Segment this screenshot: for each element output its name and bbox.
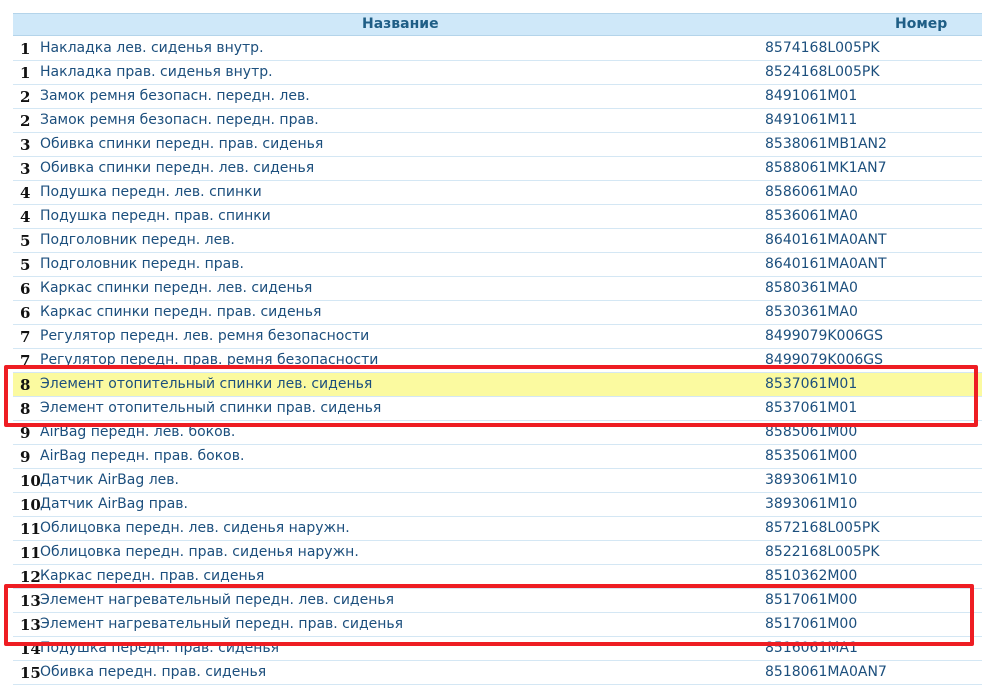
part-number[interactable]: 8491061M01 (765, 88, 857, 104)
column-header-number[interactable]: Номер (895, 16, 947, 32)
part-name[interactable]: Замок ремня безопасн. передн. лев. (40, 88, 310, 104)
table-row[interactable]: 2 Замок ремня безопасн. передн. лев. 849… (13, 85, 982, 109)
highlight-frame-backrest-heaters (4, 365, 978, 427)
column-header-name[interactable]: Название (362, 16, 439, 32)
part-name[interactable]: Регулятор передн. лев. ремня безопасност… (40, 328, 369, 344)
table-row[interactable]: 3 Обивка спинки передн. прав. сиденья 85… (13, 133, 982, 157)
part-number[interactable]: 8586061MA0 (765, 184, 858, 200)
table-row[interactable]: 1 Накладка лев. сиденья внутр. 8574168L0… (13, 37, 982, 61)
part-name[interactable]: Подголовник передн. лев. (40, 232, 235, 248)
highlight-frame-seat-heaters (4, 584, 974, 646)
table-row[interactable]: 15 Обивка передн. прав. сиденья 8518061M… (13, 661, 982, 685)
part-number[interactable]: 8535061M00 (765, 448, 857, 464)
part-name[interactable]: AirBag передн. прав. боков. (40, 448, 244, 464)
row-index: 3 (20, 160, 31, 178)
part-number[interactable]: 8536061MA0 (765, 208, 858, 224)
parts-table-view: Название Номер 1 Накладка лев. сиденья в… (0, 0, 982, 692)
part-name[interactable]: Каркас спинки передн. прав. сиденья (40, 304, 321, 320)
row-index: 11 (20, 544, 41, 562)
part-name[interactable]: Подушка передн. лев. спинки (40, 184, 262, 200)
part-name[interactable]: Накладка лев. сиденья внутр. (40, 40, 264, 56)
part-name[interactable]: Облицовка передн. прав. сиденья наружн. (40, 544, 359, 560)
part-number[interactable]: 8522168L005PK (765, 544, 880, 560)
row-index: 2 (20, 112, 31, 130)
table-row[interactable]: 11 Облицовка передн. прав. сиденья наруж… (13, 541, 982, 565)
row-index: 5 (20, 256, 31, 274)
row-index: 4 (20, 184, 31, 202)
table-row[interactable]: 1 Накладка прав. сиденья внутр. 8524168L… (13, 61, 982, 85)
part-name[interactable]: Обивка передн. прав. сиденья (40, 664, 266, 680)
part-name[interactable]: Датчик AirBag прав. (40, 496, 188, 512)
table-row[interactable]: 2 Замок ремня безопасн. передн. прав. 84… (13, 109, 982, 133)
row-index: 1 (20, 40, 31, 58)
part-number[interactable]: 8524168L005PK (765, 64, 880, 80)
table-row[interactable]: 4 Подушка передн. прав. спинки 8536061MA… (13, 205, 982, 229)
row-index: 7 (20, 328, 31, 346)
table-header: Название Номер (13, 13, 982, 36)
part-name[interactable]: Каркас передн. прав. сиденья (40, 568, 264, 584)
part-number[interactable]: 8499079K006GS (765, 328, 883, 344)
part-name[interactable]: Накладка прав. сиденья внутр. (40, 64, 273, 80)
row-index: 10 (20, 496, 41, 514)
part-number[interactable]: 3893061M10 (765, 496, 857, 512)
row-index: 4 (20, 208, 31, 226)
part-name[interactable]: Обивка спинки передн. лев. сиденья (40, 160, 314, 176)
part-number[interactable]: 8640161MA0ANT (765, 232, 887, 248)
part-name[interactable]: Облицовка передн. лев. сиденья наружн. (40, 520, 350, 536)
table-row[interactable]: 10 Датчик AirBag лев. 3893061M10 (13, 469, 982, 493)
table-row[interactable]: 5 Подголовник передн. лев. 8640161MA0ANT (13, 229, 982, 253)
part-number[interactable]: 8530361MA0 (765, 304, 858, 320)
part-number[interactable]: 8491061M11 (765, 112, 857, 128)
part-name[interactable]: Обивка спинки передн. прав. сиденья (40, 136, 323, 152)
part-number[interactable]: 8538061MB1AN2 (765, 136, 887, 152)
table-row[interactable]: 6 Каркас спинки передн. прав. сиденья 85… (13, 301, 982, 325)
part-number[interactable]: 3893061M10 (765, 472, 857, 488)
row-index: 5 (20, 232, 31, 250)
table-row[interactable]: 9 AirBag передн. прав. боков. 8535061M00 (13, 445, 982, 469)
table-row[interactable]: 7 Регулятор передн. лев. ремня безопасно… (13, 325, 982, 349)
part-number[interactable]: 8574168L005PK (765, 40, 880, 56)
part-number[interactable]: 8640161MA0ANT (765, 256, 887, 272)
part-name[interactable]: Подголовник передн. прав. (40, 256, 244, 272)
table-row[interactable]: 11 Облицовка передн. лев. сиденья наружн… (13, 517, 982, 541)
row-index: 6 (20, 304, 31, 322)
table-row[interactable]: 10 Датчик AirBag прав. 3893061M10 (13, 493, 982, 517)
part-number[interactable]: 8518061MA0AN7 (765, 664, 887, 680)
part-name[interactable]: Каркас спинки передн. лев. сиденья (40, 280, 312, 296)
row-index: 9 (20, 448, 31, 466)
row-index: 1 (20, 64, 31, 82)
table-row[interactable]: 3 Обивка спинки передн. лев. сиденья 858… (13, 157, 982, 181)
part-number[interactable]: 8580361MA0 (765, 280, 858, 296)
table-row[interactable]: 5 Подголовник передн. прав. 8640161MA0AN… (13, 253, 982, 277)
row-index: 11 (20, 520, 41, 538)
part-number[interactable]: 8510362M00 (765, 568, 857, 584)
table-row[interactable]: 4 Подушка передн. лев. спинки 8586061MA0 (13, 181, 982, 205)
part-name[interactable]: Датчик AirBag лев. (40, 472, 179, 488)
row-index: 3 (20, 136, 31, 154)
row-index: 10 (20, 472, 41, 490)
row-index: 2 (20, 88, 31, 106)
part-name[interactable]: Подушка передн. прав. спинки (40, 208, 271, 224)
part-number[interactable]: 8572168L005PK (765, 520, 880, 536)
part-number[interactable]: 8588061MK1AN7 (765, 160, 886, 176)
row-index: 15 (20, 664, 41, 682)
part-name[interactable]: Замок ремня безопасн. передн. прав. (40, 112, 319, 128)
row-index: 6 (20, 280, 31, 298)
table-row[interactable]: 6 Каркас спинки передн. лев. сиденья 858… (13, 277, 982, 301)
